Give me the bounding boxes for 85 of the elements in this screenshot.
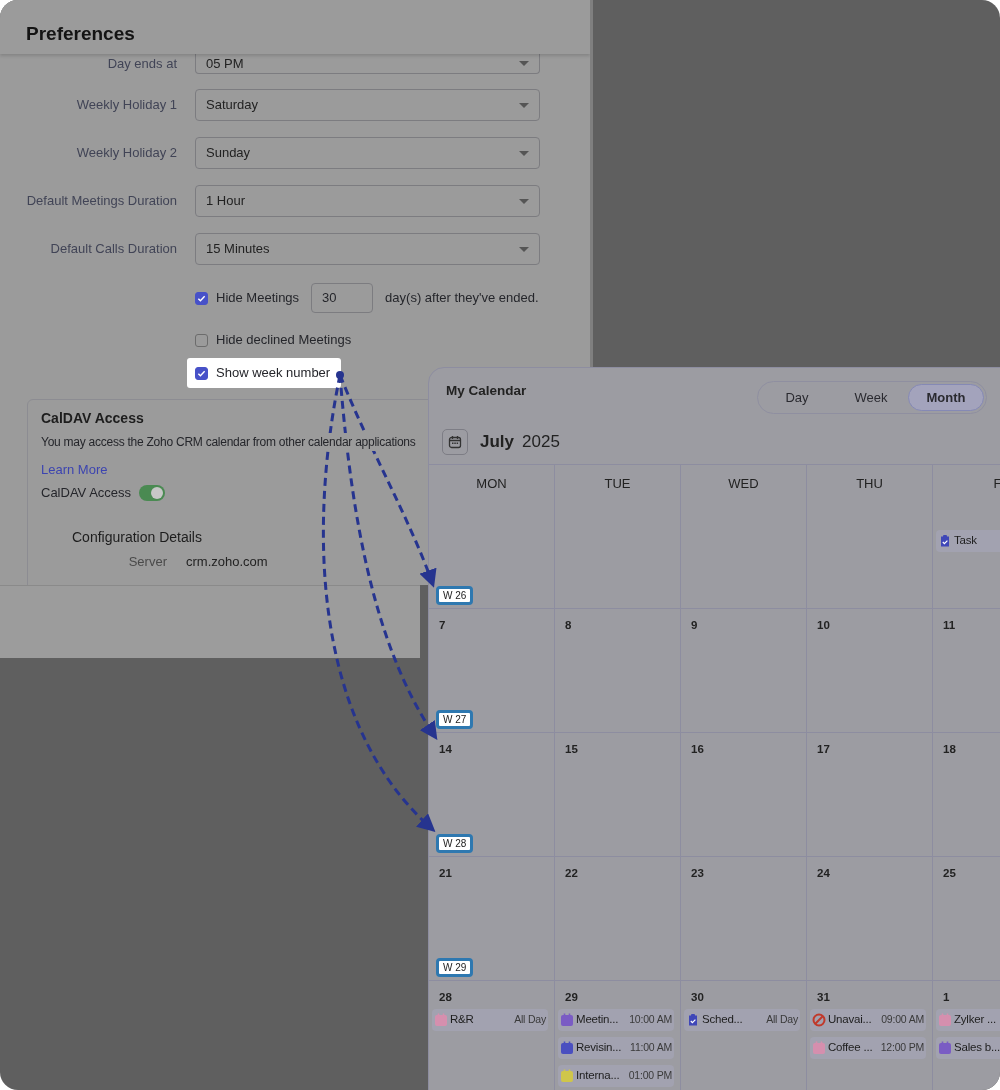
date-number: 24	[817, 866, 831, 881]
date-number: 18	[943, 742, 957, 757]
panel-title: Preferences	[26, 22, 136, 46]
event-chip[interactable]: Revisin... 11:00 AM	[558, 1037, 674, 1059]
date-number: 23	[691, 866, 705, 881]
date-number: 17	[817, 742, 831, 757]
view-tab[interactable]: Week	[834, 384, 908, 411]
select-value: Saturday	[206, 96, 259, 115]
date-number: 25	[943, 866, 957, 881]
event-chip[interactable]: Sched... All Day	[684, 1009, 800, 1031]
view-tab[interactable]: Day	[760, 384, 834, 411]
toggle-switch[interactable]	[139, 484, 166, 501]
caret-icon	[519, 102, 529, 108]
field-label: Default Calls Duration	[49, 240, 177, 259]
caret-icon	[519, 246, 529, 252]
field-label: Default Meetings Duration	[25, 192, 177, 211]
date-number: 7	[439, 618, 447, 633]
checkbox[interactable]	[195, 291, 208, 305]
field-label: Weekly Holiday 1	[75, 96, 177, 115]
date-number: 30	[691, 990, 705, 1005]
event-chip[interactable]: Zylker ...	[936, 1009, 1000, 1031]
week-number-badge: W 26	[436, 586, 474, 605]
select-value: 15 Minutes	[206, 240, 270, 259]
date-picker-button[interactable]	[442, 429, 468, 455]
weekday-header: MON	[476, 474, 507, 493]
event-chip[interactable]: Meetin... 10:00 AM	[558, 1009, 674, 1031]
toggle-label: CalDAV Access	[41, 484, 132, 502]
year-label: 2025	[522, 431, 560, 454]
checkbox-label: Show week number	[216, 364, 331, 383]
week-number-badge: W 27	[436, 710, 474, 729]
event-chip[interactable]: Sales b...	[936, 1037, 1000, 1059]
select-value: 1 Hour	[206, 192, 246, 211]
date-number: 31	[817, 990, 831, 1005]
checkbox[interactable]	[195, 366, 208, 380]
arrow-origin-dot	[336, 371, 344, 379]
select-field[interactable]: 05 PM	[195, 54, 540, 74]
event-chip[interactable]: R&R All Day	[432, 1009, 548, 1031]
date-number: 21	[439, 866, 453, 881]
week-number-badge: W 28	[436, 834, 474, 853]
calendar-icon	[448, 435, 462, 449]
config-title: Configuration Details	[72, 527, 203, 547]
date-number: 10	[817, 618, 831, 633]
field-label: Day ends at	[106, 55, 177, 73]
event-chip[interactable]: Interna... 01:00 PM	[558, 1065, 674, 1087]
date-number: 8	[565, 618, 573, 633]
description-text: You may access the Zoho CRM calendar from other calendar applications	[41, 433, 416, 451]
days-input[interactable]: 30	[311, 283, 374, 313]
caret-icon	[519, 198, 529, 204]
date-number: 14	[439, 742, 453, 757]
suffix-text: day(s) after they've ended.	[385, 289, 539, 308]
select-field[interactable]: Saturday	[195, 89, 540, 121]
weekday-header: TUE	[604, 474, 631, 493]
select-value: 05 PM	[206, 54, 244, 73]
weekday-header: WED	[728, 474, 759, 493]
config-label: Server	[127, 552, 167, 571]
select-value: Sunday	[206, 144, 251, 163]
event-chip[interactable]: Task	[936, 530, 1000, 552]
date-number: 22	[565, 866, 579, 881]
date-number: 28	[439, 990, 453, 1005]
date-number: 29	[565, 990, 579, 1005]
date-number: 1	[943, 990, 951, 1005]
event-chip[interactable]: Unavai... 09:00 AM	[810, 1009, 926, 1031]
caret-icon	[519, 61, 529, 66]
select-field[interactable]: Sunday	[195, 137, 540, 169]
caret-icon	[519, 150, 529, 156]
checkbox-label: Hide Meetings	[216, 289, 300, 308]
checkbox-label: Hide declined Meetings	[216, 331, 352, 350]
config-value: crm.zoho.com	[186, 552, 268, 571]
date-number: 11	[943, 618, 957, 633]
view-tab[interactable]: Month	[908, 384, 984, 411]
weekday-header: THU	[856, 474, 883, 493]
check-icon	[197, 293, 206, 303]
event-chip[interactable]: Coffee ... 12:00 PM	[810, 1037, 926, 1059]
date-number: 15	[565, 742, 579, 757]
checkbox[interactable]	[195, 333, 208, 347]
select-field[interactable]: 15 Minutes	[195, 233, 540, 265]
calendar-title: My Calendar	[446, 382, 527, 400]
date-number: 9	[691, 618, 699, 633]
field-label: Weekly Holiday 2	[75, 144, 177, 163]
select-field[interactable]: 1 Hour	[195, 185, 540, 217]
date-number: 16	[691, 742, 705, 757]
section-title: CalDAV Access	[41, 409, 145, 428]
week-number-badge: W 29	[436, 958, 474, 977]
month-label: July	[480, 431, 515, 454]
check-icon	[197, 368, 206, 378]
